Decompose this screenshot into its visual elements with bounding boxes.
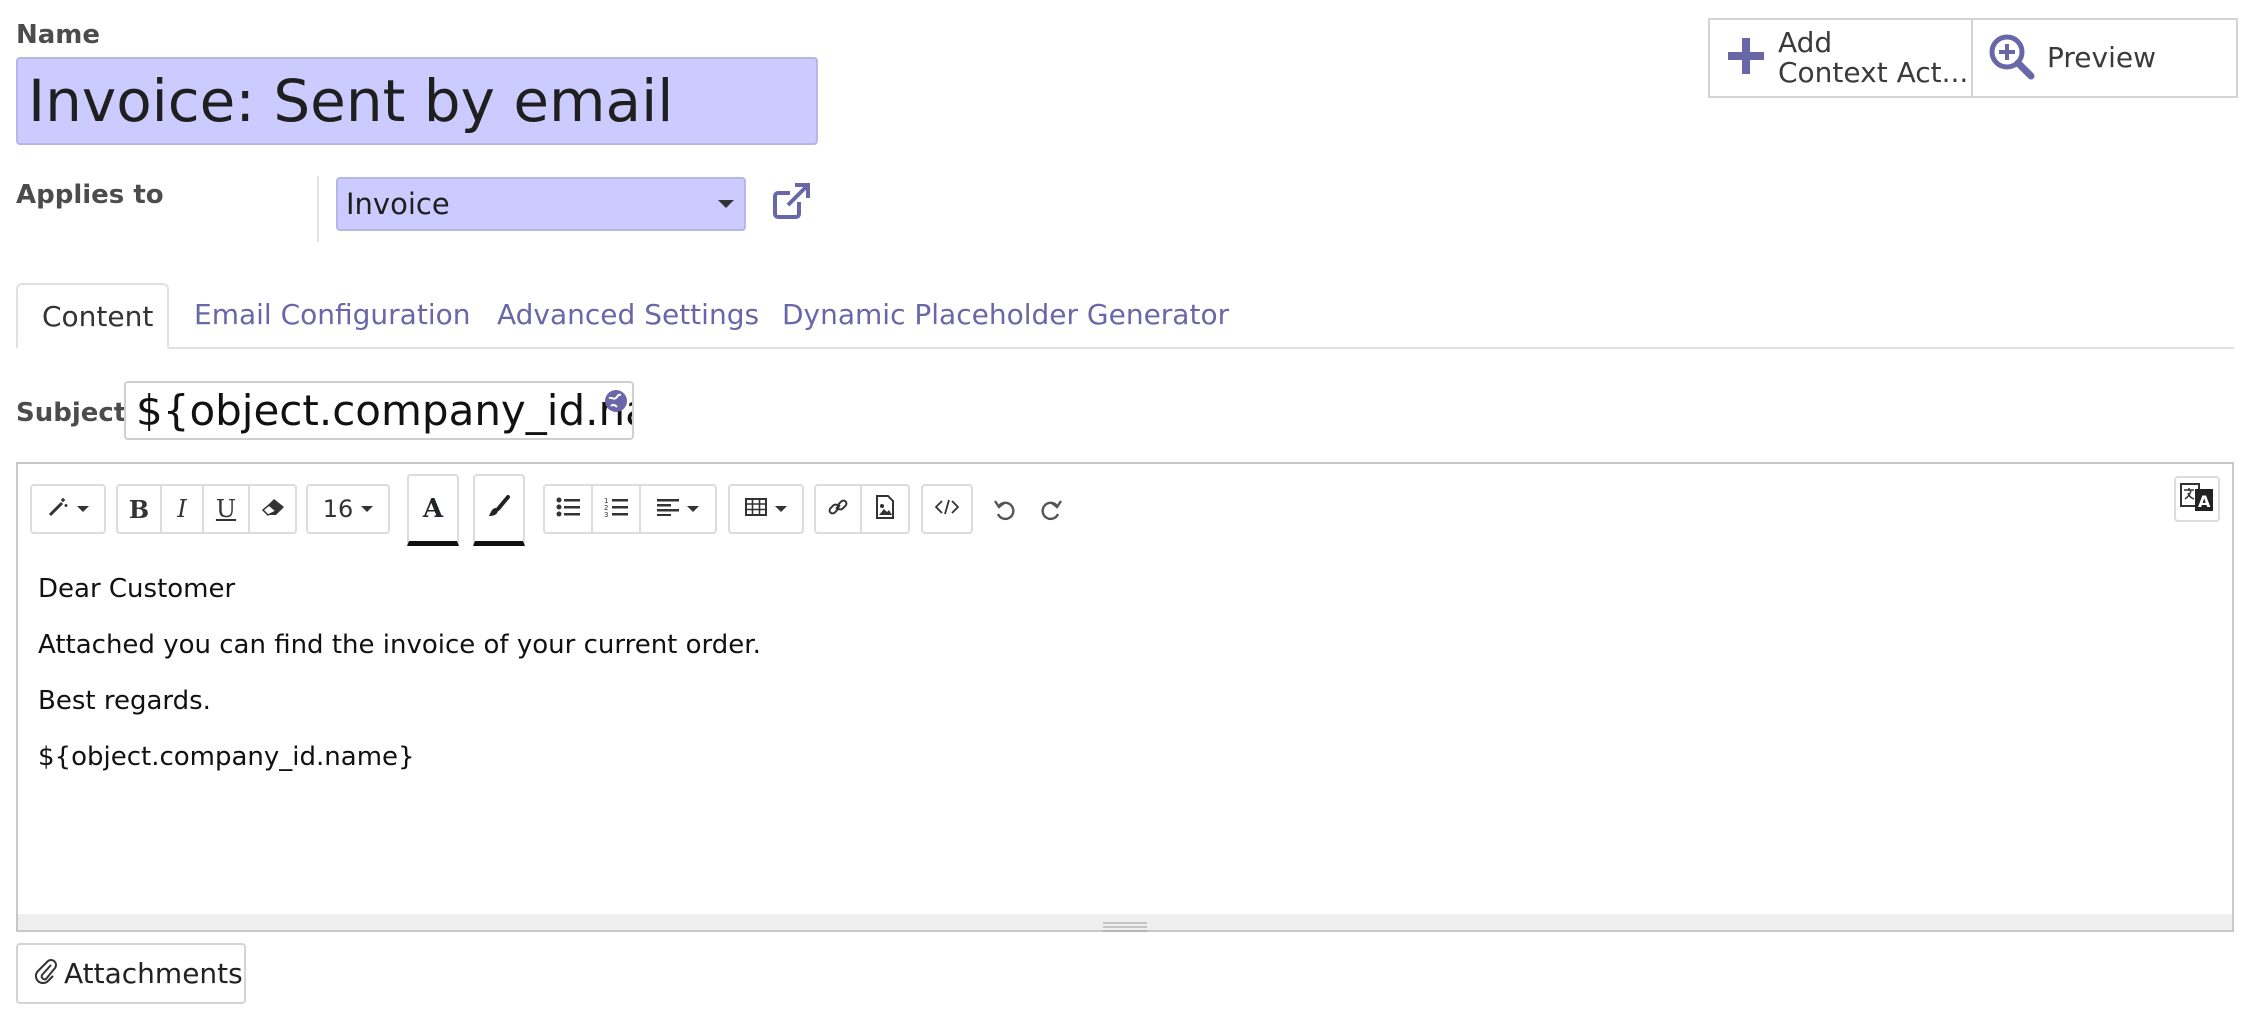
align-dropdown[interactable] xyxy=(641,486,715,532)
style-group xyxy=(30,484,106,534)
body-line: Attached you can find the invoice of you… xyxy=(38,630,761,660)
font-size-value: 16 xyxy=(322,495,354,523)
clear-format-button[interactable] xyxy=(250,486,295,532)
bullet-list-icon xyxy=(556,497,580,521)
paperclip-icon xyxy=(34,956,58,991)
numbered-list-icon: 123 xyxy=(604,496,628,522)
link-button[interactable] xyxy=(816,486,862,532)
insert-group xyxy=(814,484,910,534)
preview-label: Preview xyxy=(2047,41,2156,74)
italic-button[interactable]: I xyxy=(162,486,204,532)
add-context-line2: Context Act... xyxy=(1778,56,1969,89)
paint-brush-icon xyxy=(487,494,511,523)
code-view-button[interactable] xyxy=(923,486,971,532)
magic-wand-icon xyxy=(47,496,69,522)
highlight-color-button[interactable] xyxy=(473,474,525,546)
external-link-icon[interactable] xyxy=(769,180,813,224)
svg-text:3: 3 xyxy=(604,511,608,518)
editor-resize-handle[interactable] xyxy=(18,914,2232,932)
font-size-dropdown[interactable]: 16 xyxy=(308,486,388,532)
add-context-line1: Add xyxy=(1778,26,1833,59)
chevron-down-icon xyxy=(718,200,734,208)
align-icon xyxy=(657,498,679,520)
html-editor: B I U 16 A 123 A Dear Customer Attached … xyxy=(16,462,2234,932)
chevron-down-icon xyxy=(361,506,374,512)
action-button-bar: Add Context Act... Preview xyxy=(1708,18,2238,98)
tab-advanced-settings[interactable]: Advanced Settings xyxy=(473,283,783,349)
table-group xyxy=(728,484,804,534)
text-color-button[interactable]: A xyxy=(407,474,459,546)
code-view-icon xyxy=(934,499,960,519)
zoom-in-icon xyxy=(1987,32,2035,84)
chevron-down-icon xyxy=(775,506,787,512)
chevron-down-icon xyxy=(77,506,89,512)
bold-icon: B xyxy=(128,494,150,524)
paragraph-group: 123 xyxy=(543,484,717,534)
code-group xyxy=(921,484,973,534)
image-button[interactable] xyxy=(862,486,908,532)
body-line: ${object.company_id.name} xyxy=(38,742,415,772)
attachments-label: Attachments xyxy=(64,957,243,990)
table-dropdown[interactable] xyxy=(730,486,802,532)
name-input[interactable]: Invoice: Sent by email xyxy=(16,57,818,145)
table-icon xyxy=(745,498,767,520)
underline-button[interactable]: U xyxy=(204,486,250,532)
add-context-action-label: Add Context Act... xyxy=(1778,28,1968,88)
font-size-group: 16 xyxy=(306,484,390,534)
subject-input[interactable]: ${object.company_id.name} xyxy=(124,381,634,440)
chevron-down-icon xyxy=(687,506,699,512)
text-color-icon: A xyxy=(422,493,444,524)
tab-content[interactable]: Content xyxy=(16,283,169,349)
attachments-button[interactable]: Attachments xyxy=(16,943,246,1004)
redo-icon[interactable] xyxy=(1039,498,1063,526)
tab-dynamic-placeholder-generator[interactable]: Dynamic Placeholder Generator xyxy=(758,283,1253,349)
bullet-list-button[interactable] xyxy=(545,486,593,532)
bold-button[interactable]: B xyxy=(118,486,162,532)
body-line: Dear Customer xyxy=(38,574,236,604)
tab-email-configuration[interactable]: Email Configuration xyxy=(170,283,494,349)
applies-to-value: Invoice xyxy=(346,187,450,221)
applies-to-label: Applies to xyxy=(16,180,164,210)
italic-icon: I xyxy=(177,495,187,523)
undo-icon[interactable] xyxy=(993,498,1017,526)
field-separator xyxy=(317,176,319,242)
link-icon xyxy=(827,496,849,522)
editor-body[interactable]: Dear Customer Attached you can find the … xyxy=(38,572,761,796)
underline-icon: U xyxy=(215,495,237,523)
body-line: Best regards. xyxy=(38,686,211,716)
svg-text:A: A xyxy=(2198,492,2211,511)
image-icon xyxy=(875,495,895,523)
plus-icon xyxy=(1726,36,1766,80)
subject-label: Subject xyxy=(16,398,127,428)
globe-icon[interactable] xyxy=(604,389,628,413)
style-dropdown[interactable] xyxy=(32,486,104,532)
translate-button[interactable]: A xyxy=(2174,476,2220,522)
eraser-icon xyxy=(260,497,286,521)
translate-icon: A xyxy=(2180,481,2214,517)
grip-icon xyxy=(1103,917,1147,932)
name-label: Name xyxy=(16,20,101,50)
format-group: B I U xyxy=(116,484,297,534)
applies-to-select[interactable]: Invoice xyxy=(336,177,746,231)
numbered-list-button[interactable]: 123 xyxy=(593,486,641,532)
preview-button[interactable]: Preview xyxy=(1973,20,2236,96)
add-context-action-button[interactable]: Add Context Act... xyxy=(1710,20,1973,96)
